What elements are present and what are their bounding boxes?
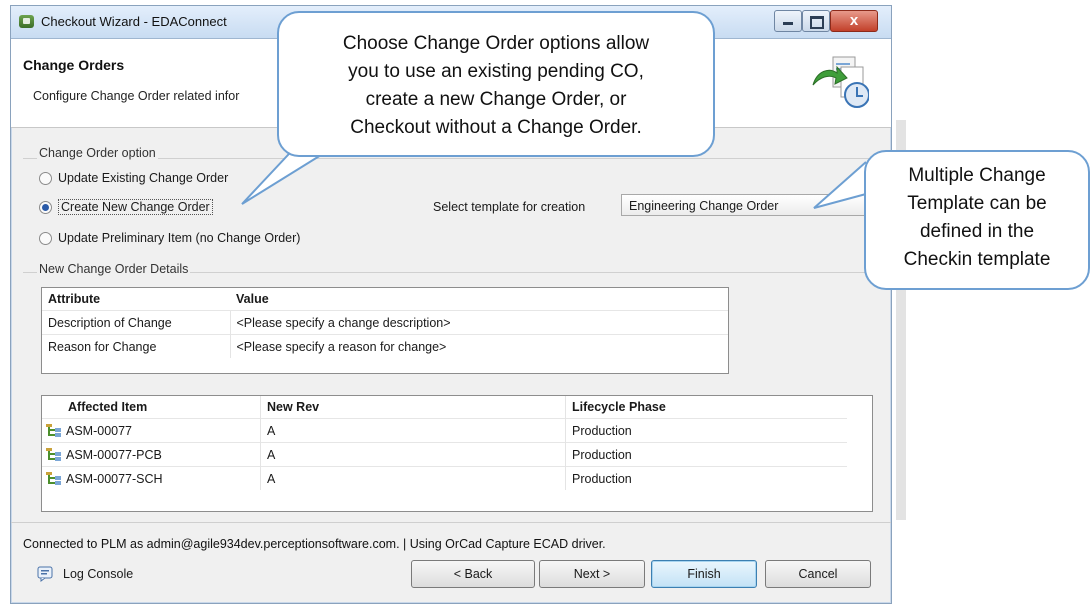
maximize-icon <box>810 16 824 29</box>
callout-line: Multiple Change <box>908 165 1046 186</box>
lifecycle-phase-cell: Production <box>565 442 847 467</box>
callout-line: defined in the <box>919 221 1035 242</box>
new-rev-cell: A <box>260 466 566 490</box>
radio-dot <box>39 171 52 185</box>
attribute-table-header: Attribute Value <box>42 288 728 311</box>
details-group-legend: New Change Order Details <box>37 262 191 276</box>
affected-item-number: ASM-00077-PCB <box>66 447 162 462</box>
affected-item-number: ASM-00077-SCH <box>66 471 163 486</box>
back-button[interactable]: < Back <box>411 560 535 588</box>
item-tree-icon <box>46 447 61 461</box>
log-console-label: Log Console <box>63 567 134 581</box>
radio-update-preliminary[interactable]: Update Preliminary Item (no Change Order… <box>39 231 300 245</box>
column-header-affected-item: Affected Item <box>68 400 148 414</box>
callout-line: Checkout without a Change Order. <box>350 117 642 138</box>
minimize-icon <box>783 22 793 25</box>
page-description: Configure Change Order related infor <box>33 89 240 103</box>
table-row[interactable]: ASM-00077-SCH A Production <box>42 466 847 490</box>
template-select-label: Select template for creation <box>433 200 586 214</box>
affected-item-cell: ASM-00077 <box>42 418 261 443</box>
change-order-banner-icon <box>812 56 869 108</box>
callout-line: Template can be <box>907 193 1047 214</box>
affected-items-table: Affected Item New Rev Lifecycle Phase AS… <box>41 395 873 512</box>
radio-label: Update Preliminary Item (no Change Order… <box>58 231 301 245</box>
table-row[interactable]: Description of Change <Please specify a … <box>42 310 728 335</box>
attribute-table: Attribute Value Description of Change <P… <box>41 287 729 374</box>
radio-dot-selected <box>39 200 52 214</box>
radio-dot <box>39 231 52 245</box>
callout-line: Choose Change Order options allow <box>342 33 650 54</box>
new-rev-cell: A <box>260 442 566 467</box>
new-rev-cell: A <box>260 418 566 443</box>
finish-button[interactable]: Finish <box>651 560 757 588</box>
affected-item-cell: ASM-00077-PCB <box>42 442 261 467</box>
cancel-button[interactable]: Cancel <box>765 560 871 588</box>
table-row[interactable]: Reason for Change <Please specify a reas… <box>42 334 728 358</box>
item-tree-icon <box>46 471 61 485</box>
window-title: Checkout Wizard - EDAConnect <box>41 14 227 29</box>
affected-item-cell: ASM-00077-SCH <box>42 466 261 490</box>
close-button[interactable]: x <box>830 10 878 32</box>
callout-multiple-templates: Multiple Change Template can be defined … <box>864 150 1090 290</box>
affected-item-number: ASM-00077 <box>66 423 133 438</box>
item-tree-icon <box>46 423 61 437</box>
column-header-lifecycle-phase: Lifecycle Phase <box>565 396 847 419</box>
column-header-new-rev: New Rev <box>260 396 566 419</box>
value-cell[interactable]: <Please specify a reason for change> <box>229 334 728 358</box>
app-icon <box>19 15 34 28</box>
callout-line: Checkin template <box>903 249 1051 270</box>
radio-create-new[interactable]: Create New Change Order <box>39 199 213 215</box>
table-row[interactable]: ASM-00077 A Production <box>42 418 847 443</box>
maximize-button[interactable] <box>802 10 830 32</box>
close-icon: x <box>849 12 859 29</box>
table-row[interactable]: ASM-00077-PCB A Production <box>42 442 847 467</box>
radio-label: Create New Change Order <box>58 199 213 215</box>
connection-status: Connected to PLM as admin@agile934dev.pe… <box>23 537 606 551</box>
attribute-cell: Description of Change <box>42 310 230 335</box>
callout-line: create a new Change Order, or <box>365 89 627 110</box>
log-console-link[interactable]: Log Console <box>37 566 133 582</box>
attribute-cell: Reason for Change <box>42 334 230 358</box>
radio-label: Update Existing Change Order <box>58 171 229 185</box>
page-title: Change Orders <box>23 57 125 73</box>
callout-change-order-options: Choose Change Order options allow you to… <box>277 11 715 157</box>
footer-divider <box>11 522 891 523</box>
radio-update-existing[interactable]: Update Existing Change Order <box>39 171 228 185</box>
lifecycle-phase-cell: Production <box>565 466 847 490</box>
column-header-attribute: Attribute <box>48 292 101 306</box>
option-group-legend: Change Order option <box>37 146 158 160</box>
next-button[interactable]: Next > <box>539 560 645 588</box>
column-header-value: Value <box>236 292 269 306</box>
callout-line: you to use an existing pending CO, <box>348 61 644 82</box>
log-console-icon <box>37 566 53 582</box>
lifecycle-phase-cell: Production <box>565 418 847 443</box>
affected-items-header: Affected Item New Rev Lifecycle Phase <box>42 396 847 419</box>
value-cell[interactable]: <Please specify a change description> <box>229 310 728 335</box>
minimize-button[interactable] <box>774 10 802 32</box>
